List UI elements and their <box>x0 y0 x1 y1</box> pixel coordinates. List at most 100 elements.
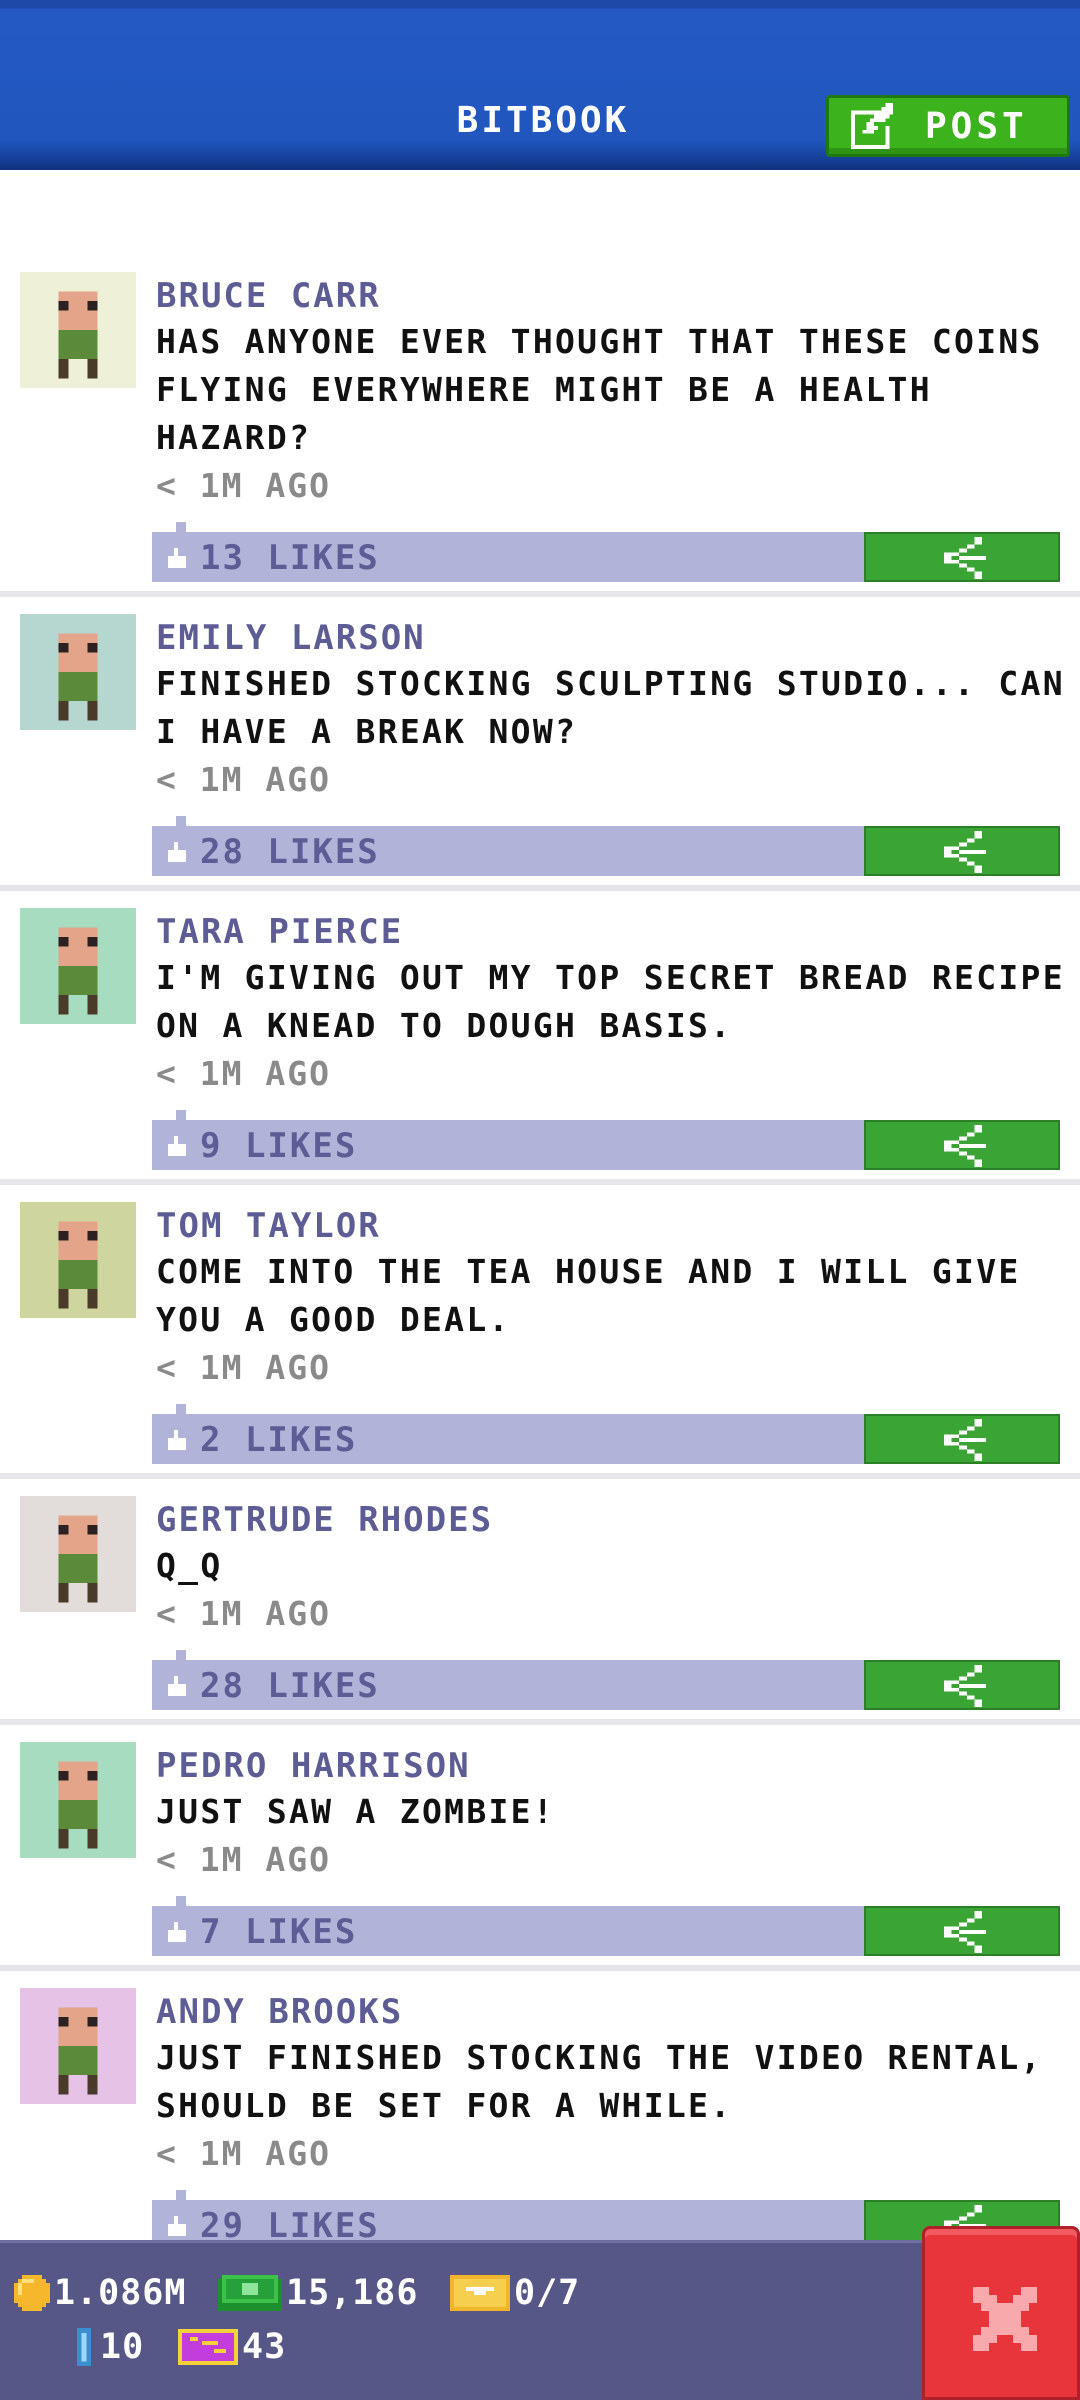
post-button-label: POST <box>925 105 1028 147</box>
share-button[interactable] <box>864 1660 1060 1710</box>
app-header: BITBOOK POST <box>0 0 1080 170</box>
likes-count: 9 LIKES <box>200 1126 358 1166</box>
like-button[interactable]: 7 LIKES <box>152 1896 866 1956</box>
like-bar-tab <box>176 2190 186 2200</box>
like-button[interactable]: 28 LIKES <box>152 1650 866 1710</box>
like-icon <box>168 1922 186 1942</box>
like-bar-tab <box>176 1896 186 1906</box>
post-divider <box>0 1719 1080 1725</box>
edit-icon <box>851 103 894 149</box>
share-button[interactable] <box>864 1906 1060 1956</box>
tickets-value: 0/7 <box>514 2273 581 2313</box>
post-button[interactable]: POST <box>826 95 1070 157</box>
post-author[interactable]: EMILY LARSON <box>156 618 426 658</box>
coin-icon <box>14 2275 50 2311</box>
post-text: I'M GIVING OUT MY TOP SECRET BREAD RECIP… <box>156 958 1065 1045</box>
feed-post: BRUCE CARR HAS ANYONE EVER THOUGHT THAT T… <box>0 272 1080 590</box>
post-text: JUST FINISHED STOCKING THE VIDEO RENTAL,… <box>156 2038 1043 2125</box>
like-bar-tab <box>176 1404 186 1414</box>
post-timestamp: < 1M AGO <box>156 1840 331 1879</box>
likes-count: 28 LIKES <box>200 1666 380 1706</box>
share-button[interactable] <box>864 1414 1060 1464</box>
coins-value: 1.086M <box>54 2273 187 2313</box>
post-author[interactable]: ANDY BROOKS <box>156 1992 403 2032</box>
like-button[interactable]: 2 LIKES <box>152 1404 866 1464</box>
feed-post: EMILY LARSON FINISHED STOCKING SCULPTING … <box>0 614 1080 884</box>
like-button[interactable]: 28 LIKES <box>152 816 866 876</box>
keys-value: 10 <box>100 2327 145 2367</box>
likes-count: 13 LIKES <box>200 538 380 578</box>
post-text: Q_Q <box>156 1546 223 1585</box>
avatar[interactable] <box>20 614 136 730</box>
share-icon <box>943 1911 986 1953</box>
like-bar-tab <box>176 522 186 532</box>
avatar[interactable] <box>20 1988 136 2104</box>
post-text: FINISHED STOCKING SCULPTING STUDIO... CA… <box>156 664 1065 751</box>
avatar[interactable] <box>20 272 136 388</box>
share-icon <box>943 537 986 579</box>
feed-post: TOM TAYLOR COME INTO THE TEA HOUSE AND I … <box>0 1202 1080 1472</box>
post-divider <box>0 1473 1080 1479</box>
share-button[interactable] <box>864 826 1060 876</box>
vip-value: 43 <box>242 2327 287 2367</box>
key-icon <box>76 2328 92 2366</box>
resource-bar: 1.086M 15,186 0/7 10 43 <box>0 2240 1080 2400</box>
post-author[interactable]: PEDRO HARRISON <box>156 1746 471 1786</box>
like-icon <box>168 1136 186 1156</box>
share-icon <box>943 831 986 873</box>
like-button[interactable]: 13 LIKES <box>152 522 866 582</box>
post-author[interactable]: TARA PIERCE <box>156 912 403 952</box>
post-timestamp: < 1M AGO <box>156 1054 331 1093</box>
feed-post: TARA PIERCE I'M GIVING OUT MY TOP SECRET … <box>0 908 1080 1178</box>
post-text: HAS ANYONE EVER THOUGHT THAT THESE COINS… <box>156 322 1043 457</box>
close-button[interactable] <box>922 2226 1080 2400</box>
post-text: JUST SAW A ZOMBIE! <box>156 1792 556 1831</box>
post-divider <box>0 1965 1080 1971</box>
bux-icon <box>218 2275 282 2311</box>
post-timestamp: < 1M AGO <box>156 466 331 505</box>
post-divider <box>0 885 1080 891</box>
share-icon <box>943 1125 986 1167</box>
vip-stat: 43 <box>178 2327 286 2367</box>
like-icon <box>168 548 186 568</box>
feed-list[interactable]: BRUCE CARR HAS ANYONE EVER THOUGHT THAT T… <box>0 170 1080 2240</box>
post-timestamp: < 1M AGO <box>156 1594 331 1633</box>
share-icon <box>943 1665 986 1707</box>
post-divider <box>0 1179 1080 1185</box>
post-timestamp: < 1M AGO <box>156 2134 331 2173</box>
avatar[interactable] <box>20 1202 136 1318</box>
post-divider <box>0 591 1080 597</box>
likes-count: 2 LIKES <box>200 1420 358 1460</box>
ticket-icon <box>450 2275 510 2311</box>
feed-post: ANDY BROOKS JUST FINISHED STOCKING THE VI… <box>0 1988 1080 2240</box>
vip-icon <box>178 2329 238 2365</box>
post-author[interactable]: GERTRUDE RHODES <box>156 1500 493 1540</box>
post-author[interactable]: TOM TAYLOR <box>156 1206 381 1246</box>
post-text: COME INTO THE TEA HOUSE AND I WILL GIVE … <box>156 1252 1021 1339</box>
share-icon <box>943 1419 986 1461</box>
share-button[interactable] <box>864 532 1060 582</box>
avatar[interactable] <box>20 1496 136 1612</box>
coins-stat: 1.086M <box>14 2273 186 2313</box>
like-icon <box>168 842 186 862</box>
keys-stat: 10 <box>72 2327 144 2367</box>
avatar[interactable] <box>20 1742 136 1858</box>
feed-post: PEDRO HARRISON JUST SAW A ZOMBIE! < 1M AGO… <box>0 1742 1080 1964</box>
avatar[interactable] <box>20 908 136 1024</box>
like-button[interactable]: 9 LIKES <box>152 1110 866 1170</box>
like-bar-tab <box>176 1110 186 1120</box>
like-icon <box>168 1430 186 1450</box>
like-icon <box>168 1676 186 1696</box>
like-button[interactable]: 29 LIKES <box>152 2190 866 2240</box>
feed-post: GERTRUDE RHODES Q_Q < 1M AGO 28 LIKES <box>0 1496 1080 1718</box>
likes-count: 7 LIKES <box>200 1912 358 1952</box>
post-timestamp: < 1M AGO <box>156 760 331 799</box>
post-timestamp: < 1M AGO <box>156 1348 331 1387</box>
bux-stat: 15,186 <box>218 2273 418 2313</box>
like-icon <box>168 2216 186 2236</box>
post-author[interactable]: BRUCE CARR <box>156 276 381 316</box>
likes-count: 28 LIKES <box>200 832 380 872</box>
bux-value: 15,186 <box>286 2273 419 2313</box>
close-icon <box>973 2287 1037 2351</box>
share-button[interactable] <box>864 1120 1060 1170</box>
